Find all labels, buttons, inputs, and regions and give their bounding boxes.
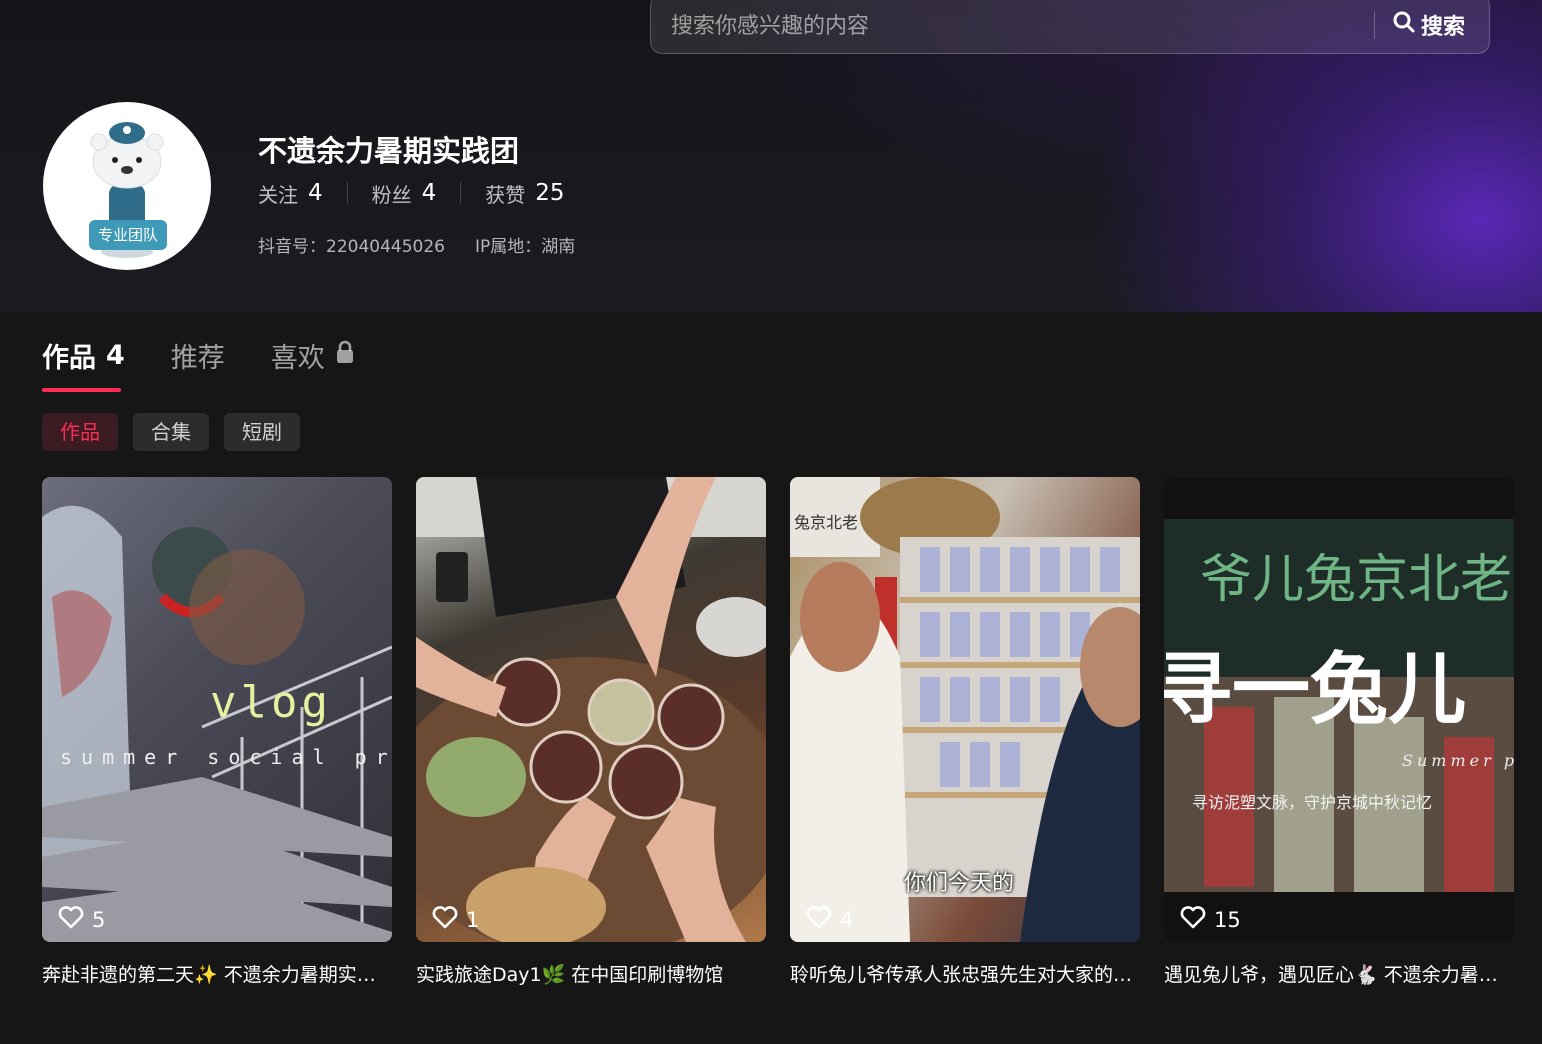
stat-followers-label: 粉丝 bbox=[371, 182, 412, 207]
search-button-label: 搜索 bbox=[1421, 15, 1466, 40]
video-thumbnail[interactable]: 1 bbox=[416, 477, 766, 942]
thumbnail-subtitle: 你们今天的 bbox=[904, 871, 1015, 896]
tab-recommend-label: 推荐 bbox=[170, 343, 225, 374]
likes-count: 5 bbox=[92, 907, 106, 932]
thumbnail-overlay-title: 寻一兔儿 bbox=[1164, 644, 1467, 735]
stat-divider bbox=[346, 182, 348, 204]
likes-count: 4 bbox=[840, 907, 854, 932]
video-card[interactable]: 兔京北老 你们今天的 4 聆听兔儿爷传承人张忠强先生对大家的寄语 bbox=[790, 477, 1140, 987]
heart-icon bbox=[432, 905, 458, 934]
thumbnail-overlay-subtitle: Summer p bbox=[1402, 751, 1514, 770]
thumbnail-overlay-subtitle: summer social prac bbox=[60, 745, 392, 769]
thumbnail-sign: 兔京北老 bbox=[794, 513, 859, 532]
tab-works[interactable]: 作品 4 bbox=[42, 336, 125, 375]
lock-icon bbox=[335, 340, 355, 371]
stat-following-label: 关注 bbox=[258, 182, 298, 207]
stat-likes-label: 获赞 bbox=[485, 182, 526, 207]
thumbnail-overlay-title: vlog bbox=[210, 677, 332, 728]
heart-icon bbox=[58, 905, 84, 934]
thumbnail-scene bbox=[416, 477, 766, 942]
thumbnail-sign: 爷儿兔京北老 bbox=[1200, 550, 1513, 610]
stat-followers[interactable]: 粉丝 4 bbox=[372, 179, 437, 208]
profile-tabs: 作品 4 推荐 喜欢 bbox=[42, 336, 401, 375]
chip-short-drama[interactable]: 短剧 bbox=[224, 413, 300, 451]
video-title[interactable]: 奔赴非遗的第二天✨ 不遗余力暑期实践团 bbox=[42, 960, 392, 987]
video-likes: 1 bbox=[432, 905, 479, 934]
active-tab-indicator bbox=[42, 388, 121, 392]
tab-likes[interactable]: 喜欢 bbox=[271, 336, 355, 375]
search-icon bbox=[1393, 11, 1415, 39]
stat-following[interactable]: 关注 4 bbox=[258, 179, 323, 208]
profile-stats: 关注 4 粉丝 4 获赞 25 bbox=[258, 176, 565, 210]
search-divider bbox=[1374, 11, 1375, 39]
stat-divider bbox=[460, 182, 462, 204]
avatar[interactable]: 专业团队 bbox=[43, 102, 211, 270]
video-thumbnail[interactable]: 兔京北老 你们今天的 4 bbox=[790, 477, 1140, 942]
tab-works-label: 作品 bbox=[42, 343, 96, 374]
video-likes: 15 bbox=[1180, 905, 1241, 934]
tab-works-count: 4 bbox=[106, 340, 125, 371]
chip-collections[interactable]: 合集 bbox=[133, 413, 209, 451]
heart-icon bbox=[1180, 905, 1206, 934]
search-input[interactable] bbox=[669, 7, 1363, 45]
douyin-id: 抖音号：22040445026 bbox=[258, 237, 445, 257]
stat-following-value: 4 bbox=[308, 180, 323, 206]
video-card[interactable]: 1 实践旅途Day1🌿 在中国印刷博物馆 bbox=[416, 477, 766, 987]
avatar-badge: 专业团队 bbox=[89, 220, 167, 250]
profile-name: 不遗余力暑期实践团 bbox=[258, 134, 520, 168]
video-title[interactable]: 聆听兔儿爷传承人张忠强先生对大家的寄语 bbox=[790, 960, 1140, 987]
search-button[interactable]: 搜索 bbox=[1393, 9, 1465, 41]
likes-count: 15 bbox=[1214, 907, 1241, 932]
search-bar: 搜索 bbox=[650, 0, 1490, 54]
video-likes: 4 bbox=[806, 905, 853, 934]
chip-works[interactable]: 作品 bbox=[42, 413, 118, 451]
video-grid: vlog summer social prac 5 奔赴非遗的第二天✨ 不遗余力… bbox=[42, 477, 1514, 987]
ip-location: IP属地：湖南 bbox=[474, 237, 576, 257]
video-thumbnail[interactable]: 爷儿兔京北老 寻一兔儿 Summer p 寻访泥塑文脉，守护京城中秋记忆 15 bbox=[1164, 477, 1514, 942]
thumbnail-caption: 寻访泥塑文脉，守护京城中秋记忆 bbox=[1192, 793, 1433, 812]
video-likes: 5 bbox=[58, 905, 105, 934]
heart-icon bbox=[806, 905, 832, 934]
likes-count: 1 bbox=[466, 907, 480, 932]
tab-likes-label: 喜欢 bbox=[270, 343, 325, 374]
video-title[interactable]: 遇见兔儿爷，遇见匠心🐇 不遗余力暑期实践团 bbox=[1164, 960, 1514, 987]
video-card[interactable]: 爷儿兔京北老 寻一兔儿 Summer p 寻访泥塑文脉，守护京城中秋记忆 15 … bbox=[1164, 477, 1514, 987]
filter-chips: 作品 合集 短剧 bbox=[42, 413, 300, 451]
stat-likes: 获赞 25 bbox=[485, 179, 564, 208]
profile-meta: 抖音号：22040445026 IP属地：湖南 bbox=[258, 232, 575, 257]
video-card[interactable]: vlog summer social prac 5 奔赴非遗的第二天✨ 不遗余力… bbox=[42, 477, 392, 987]
video-title[interactable]: 实践旅途Day1🌿 在中国印刷博物馆 bbox=[416, 960, 766, 987]
tab-recommend[interactable]: 推荐 bbox=[171, 336, 225, 375]
video-thumbnail[interactable]: vlog summer social prac 5 bbox=[42, 477, 392, 942]
stat-likes-value: 25 bbox=[535, 180, 565, 206]
stat-followers-value: 4 bbox=[421, 180, 437, 206]
